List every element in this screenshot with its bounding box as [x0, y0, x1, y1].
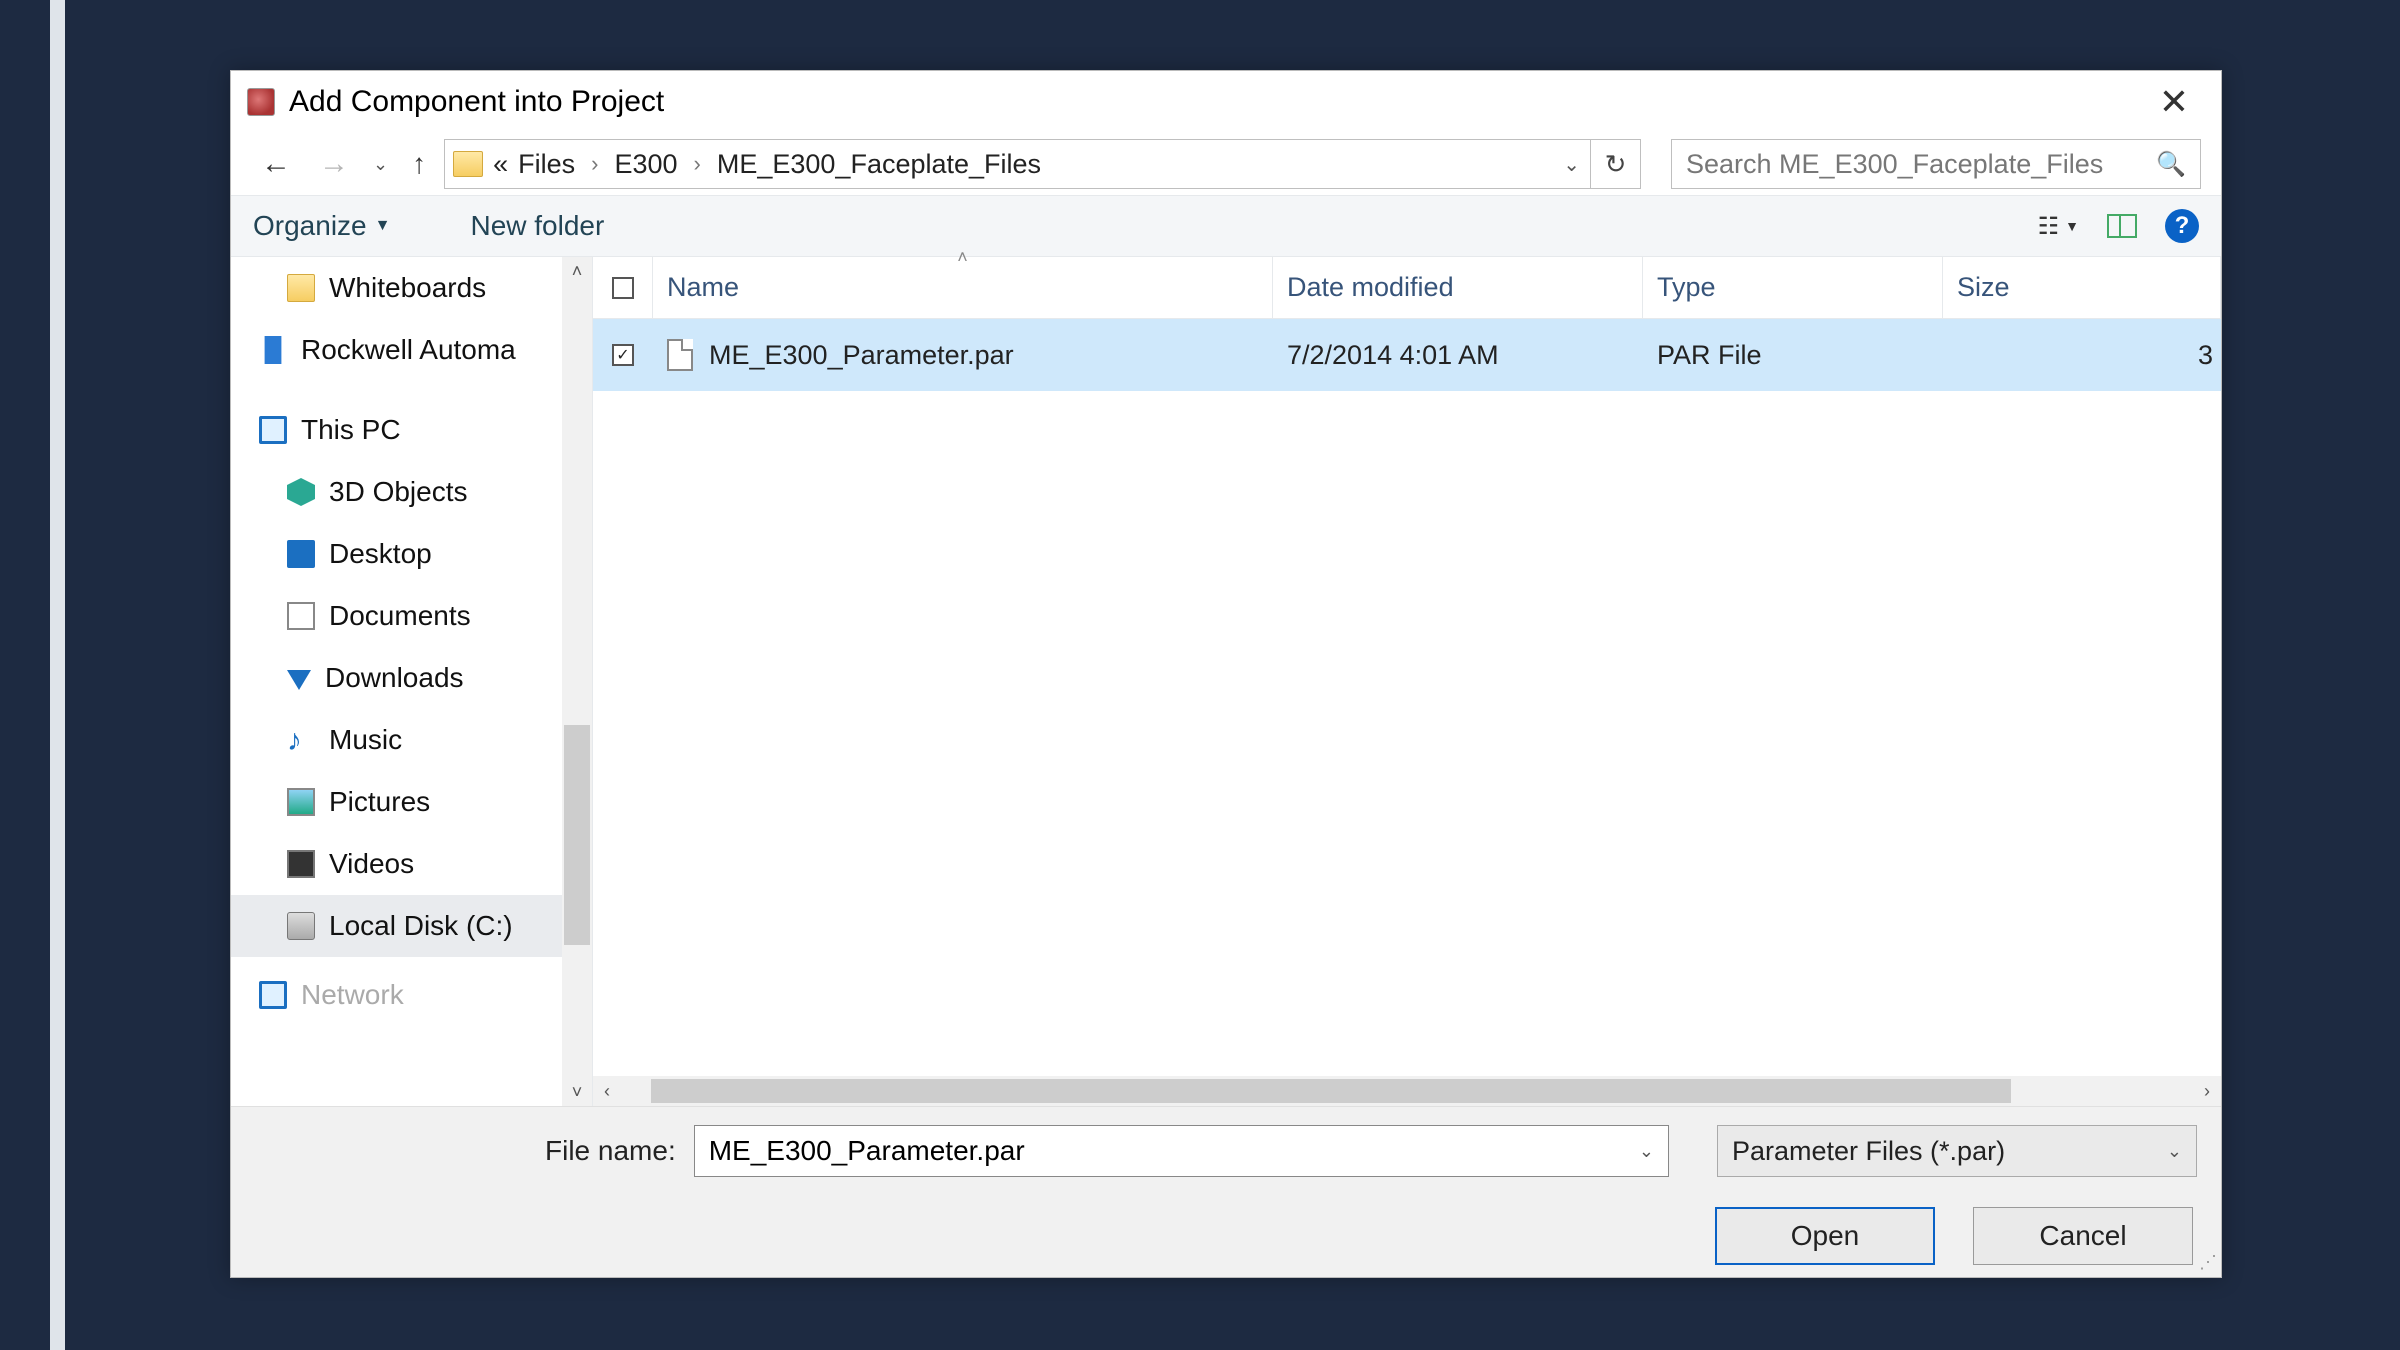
- new-folder-button[interactable]: New folder: [470, 210, 604, 242]
- sort-indicator-icon: ˄: [957, 247, 968, 268]
- scroll-right-icon[interactable]: ›: [2193, 1081, 2221, 1102]
- folder-icon: [453, 151, 483, 177]
- breadcrumb-item[interactable]: E300: [610, 149, 681, 180]
- nav-item-label: Downloads: [325, 662, 464, 694]
- file-row[interactable]: ✓ ME_E300_Parameter.par 7/2/2014 4:01 AMPA…: [593, 319, 2221, 391]
- nav-item-label: This PC: [301, 414, 401, 446]
- monitor-icon: [259, 416, 287, 444]
- nav-item-desktop[interactable]: Desktop: [231, 523, 592, 585]
- search-placeholder: Search ME_E300_Faceplate_Files: [1686, 149, 2103, 180]
- nav-item-label: Music: [329, 724, 402, 756]
- cube-icon: [287, 478, 315, 506]
- note-icon: ♪: [287, 726, 315, 754]
- building-icon: [259, 336, 287, 364]
- search-input[interactable]: Search ME_E300_Faceplate_Files 🔍: [1671, 139, 2201, 189]
- scroll-thumb[interactable]: [651, 1079, 2011, 1103]
- column-name[interactable]: ˄ Name: [653, 257, 1273, 318]
- cancel-button[interactable]: Cancel: [1973, 1207, 2193, 1265]
- file-date: 7/2/2014 4:01 AM: [1273, 319, 1643, 391]
- titlebar: Add Component into Project ✕: [231, 71, 2221, 133]
- search-icon: 🔍: [2156, 150, 2186, 179]
- nav-item-label: Local Disk (C:): [329, 910, 513, 942]
- file-icon: [667, 339, 693, 371]
- bottom-panel: File name: ME_E300_Parameter.par ⌄ Param…: [231, 1106, 2221, 1277]
- chevron-down-icon: ▼: [375, 217, 391, 235]
- breadcrumb-bar[interactable]: « Files › E300 › ME_E300_Faceplate_Files…: [444, 139, 1641, 189]
- file-name: ME_E300_Parameter.par: [709, 340, 1014, 371]
- dialog-title: Add Component into Project: [289, 85, 664, 119]
- folder-icon: [287, 274, 315, 302]
- navigation-pane: Whiteboards Rockwell Automa This PC 3D Obje…: [231, 257, 593, 1106]
- column-headers: ˄ Name Date modified Type Size: [593, 257, 2221, 319]
- horizontal-scrollbar[interactable]: ‹ ›: [593, 1076, 2221, 1106]
- nav-item-label: Videos: [329, 848, 414, 880]
- breadcrumb-item[interactable]: Files: [514, 149, 579, 180]
- toolbar: Organize ▼ New folder ☷ ▼ ?: [231, 195, 2221, 257]
- back-button[interactable]: ←: [251, 147, 301, 181]
- file-checkbox[interactable]: ✓: [612, 344, 634, 366]
- monitor-icon: [259, 981, 287, 1009]
- up-button[interactable]: ↑: [402, 148, 436, 180]
- filename-label: File name:: [545, 1135, 676, 1167]
- resize-grip-icon[interactable]: ⋰: [2199, 1252, 2217, 1273]
- column-type[interactable]: Type: [1643, 257, 1943, 318]
- scroll-up-icon[interactable]: ˄: [572, 257, 583, 285]
- nav-item-label: Desktop: [329, 538, 432, 570]
- view-mode-button[interactable]: ☷ ▼: [2038, 212, 2079, 241]
- nav-item-downloads[interactable]: Downloads: [231, 647, 592, 709]
- pic-icon: [287, 788, 315, 816]
- nav-item-3d-objects[interactable]: 3D Objects: [231, 461, 592, 523]
- chevron-right-icon: ›: [591, 151, 598, 177]
- desktop-icon: [287, 540, 315, 568]
- dl-icon: [287, 670, 311, 690]
- nav-item-label: Pictures: [329, 786, 430, 818]
- breadcrumb-item[interactable]: ME_E300_Faceplate_Files: [713, 149, 1045, 180]
- chevron-down-icon[interactable]: ⌄: [1639, 1141, 1654, 1162]
- nav-item-pictures[interactable]: Pictures: [231, 771, 592, 833]
- nav-item-local-disk-c-[interactable]: Local Disk (C:): [231, 895, 592, 957]
- nav-scrollbar[interactable]: ˄ ˅: [562, 257, 592, 1106]
- column-date[interactable]: Date modified: [1273, 257, 1643, 318]
- forward-button[interactable]: →: [309, 147, 359, 181]
- nav-item-documents[interactable]: Documents: [231, 585, 592, 647]
- vid-icon: [287, 850, 315, 878]
- nav-item-label: 3D Objects: [329, 476, 468, 508]
- history-dropdown[interactable]: ⌄: [367, 154, 394, 175]
- nav-item-label: Whiteboards: [329, 272, 486, 304]
- nav-item-label: Rockwell Automa: [301, 334, 516, 366]
- app-icon: [247, 88, 275, 116]
- file-type: PAR File: [1643, 319, 1943, 391]
- column-checkbox[interactable]: [593, 257, 653, 318]
- scroll-down-icon[interactable]: ˅: [572, 1078, 583, 1106]
- column-size[interactable]: Size: [1943, 257, 2221, 318]
- open-button[interactable]: Open: [1715, 1207, 1935, 1265]
- address-dropdown[interactable]: ⌄: [1563, 152, 1580, 177]
- nav-item-rockwell-automa[interactable]: Rockwell Automa: [231, 319, 592, 381]
- address-bar-row: ← → ⌄ ↑ « Files › E300 › ME_E300_Facepla…: [231, 133, 2221, 195]
- nav-item-label: Network: [301, 979, 404, 1011]
- breadcrumb-overflow[interactable]: «: [493, 149, 508, 180]
- nav-item-music[interactable]: ♪ Music: [231, 709, 592, 771]
- refresh-button[interactable]: ↻: [1590, 139, 1640, 189]
- close-icon[interactable]: ✕: [2143, 81, 2205, 123]
- file-size: 3: [1943, 319, 2221, 391]
- scroll-left-icon[interactable]: ‹: [593, 1081, 621, 1102]
- preview-pane-button[interactable]: [2107, 214, 2137, 238]
- scroll-thumb[interactable]: [564, 725, 590, 945]
- nav-item-this-pc[interactable]: This PC: [231, 399, 592, 461]
- organize-button[interactable]: Organize: [253, 210, 367, 242]
- chevron-down-icon: ⌄: [2167, 1141, 2182, 1162]
- file-list-pane: ˄ Name Date modified Type Size ✓ ME_E300_…: [593, 257, 2221, 1106]
- disk-icon: [287, 912, 315, 940]
- nav-item-whiteboards[interactable]: Whiteboards: [231, 257, 592, 319]
- filename-input[interactable]: ME_E300_Parameter.par ⌄: [694, 1125, 1669, 1177]
- file-open-dialog: Add Component into Project ✕ ← → ⌄ ↑ « F…: [230, 70, 2222, 1278]
- doc-icon: [287, 602, 315, 630]
- help-button[interactable]: ?: [2165, 209, 2199, 243]
- nav-item-network[interactable]: Network: [231, 975, 592, 1015]
- chevron-right-icon: ›: [694, 151, 701, 177]
- nav-item-label: Documents: [329, 600, 471, 632]
- nav-item-videos[interactable]: Videos: [231, 833, 592, 895]
- filetype-dropdown[interactable]: Parameter Files (*.par) ⌄: [1717, 1125, 2197, 1177]
